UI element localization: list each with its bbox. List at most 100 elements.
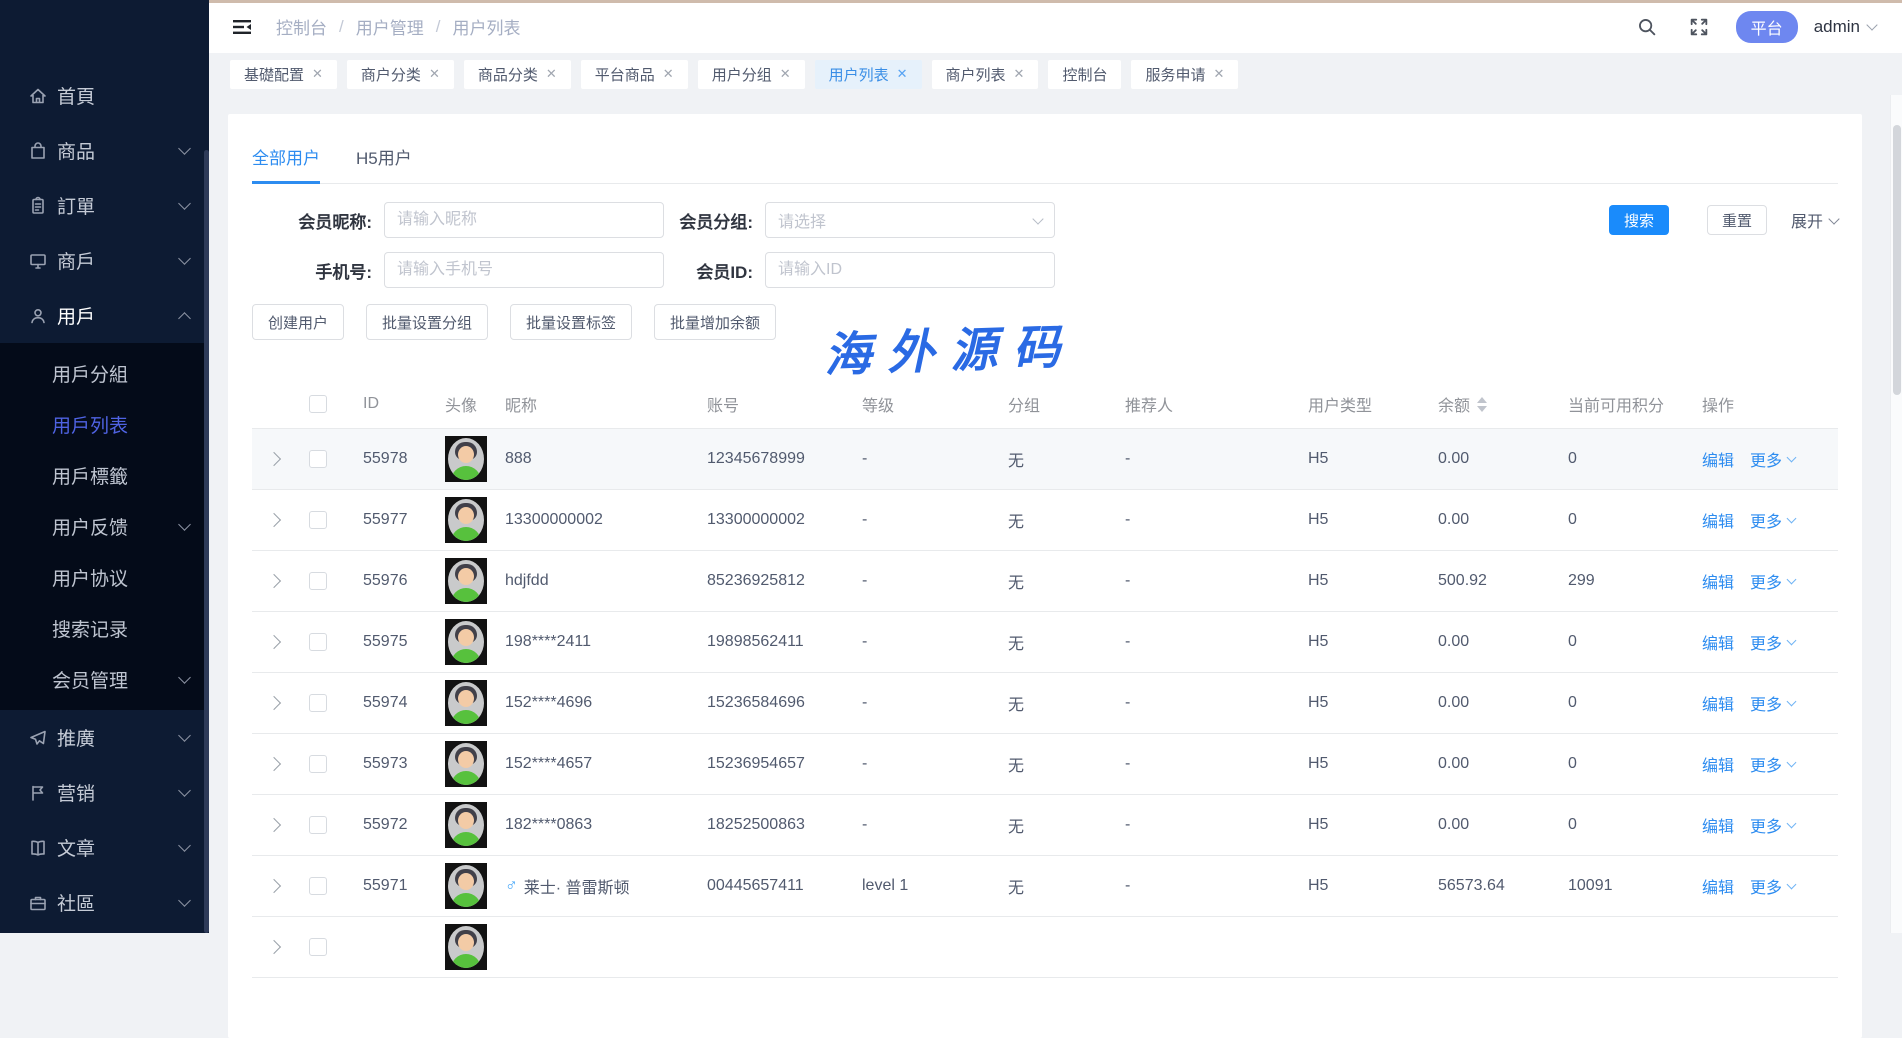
close-icon[interactable]: ✕ xyxy=(897,66,908,82)
breadcrumb-item[interactable]: 用户管理 xyxy=(356,14,424,39)
sidebar-item-articles[interactable]: 文章 xyxy=(0,820,209,875)
create-user-button[interactable]: 创建用户 xyxy=(252,304,344,340)
nickname: hdjfdd xyxy=(505,572,707,590)
open-tab[interactable]: 用户列表 ✕ xyxy=(815,60,922,89)
scrollbar-thumb[interactable] xyxy=(1893,125,1901,395)
user-menu[interactable]: admin xyxy=(1814,17,1876,37)
edit-link[interactable]: 编辑 xyxy=(1702,691,1734,715)
checkbox[interactable] xyxy=(309,816,327,834)
sidebar-subitem[interactable]: 用户反馈 xyxy=(0,501,209,552)
checkbox[interactable] xyxy=(309,877,327,895)
checkbox[interactable] xyxy=(309,938,327,956)
search-button[interactable]: 搜索 xyxy=(1609,205,1669,235)
edit-link[interactable]: 编辑 xyxy=(1702,813,1734,837)
open-tab[interactable]: 用户分组 ✕ xyxy=(698,60,805,89)
edit-link[interactable]: 编辑 xyxy=(1702,447,1734,471)
sidebar-subitem[interactable]: 用戶列表 xyxy=(0,399,209,450)
expand-row-icon[interactable] xyxy=(267,818,281,832)
sidebar-item-promotion[interactable]: 推廣 xyxy=(0,710,209,765)
edit-link[interactable]: 编辑 xyxy=(1702,874,1734,898)
sort-icon[interactable] xyxy=(1477,397,1487,412)
checkbox[interactable] xyxy=(309,755,327,773)
checkbox[interactable] xyxy=(309,694,327,712)
more-link[interactable]: 更多 xyxy=(1750,874,1795,898)
expand-row-icon[interactable] xyxy=(267,513,281,527)
sidebar-item-users[interactable]: 用戶 xyxy=(0,288,209,343)
sidebar-item-home[interactable]: 首頁 xyxy=(0,68,209,123)
expand-row-icon[interactable] xyxy=(267,635,281,649)
sidebar-item-marketing[interactable]: 营销 xyxy=(0,765,209,820)
checkbox[interactable] xyxy=(309,450,327,468)
expand-row-icon[interactable] xyxy=(267,757,281,771)
more-link[interactable]: 更多 xyxy=(1750,813,1795,837)
sidebar-subitem[interactable]: 用戶標籤 xyxy=(0,450,209,501)
reset-button[interactable]: 重置 xyxy=(1707,205,1767,235)
open-tab[interactable]: 服务申请 ✕ xyxy=(1131,60,1238,89)
avatar xyxy=(445,619,487,665)
sidebar-item-merchant[interactable]: 商戶 xyxy=(0,233,209,288)
checkbox[interactable] xyxy=(309,511,327,529)
close-icon[interactable]: ✕ xyxy=(663,66,674,82)
sidebar-item-goods[interactable]: 商品 xyxy=(0,123,209,178)
close-icon[interactable]: ✕ xyxy=(312,66,323,82)
close-icon[interactable]: ✕ xyxy=(1213,66,1224,82)
sidebar-subitem[interactable]: 用戶分組 xyxy=(0,348,209,399)
expand-row-icon[interactable] xyxy=(267,696,281,710)
edit-link[interactable]: 编辑 xyxy=(1702,630,1734,654)
bulk-add-balance-button[interactable]: 批量增加余额 xyxy=(654,304,776,340)
close-icon[interactable]: ✕ xyxy=(1014,66,1025,82)
more-link[interactable]: 更多 xyxy=(1750,508,1795,532)
close-icon[interactable]: ✕ xyxy=(780,66,791,82)
breadcrumb-item[interactable]: 用户列表 xyxy=(452,14,520,39)
sidebar-subitem[interactable]: 会员管理 xyxy=(0,654,209,705)
open-tab[interactable]: 基礎配置 ✕ xyxy=(230,60,337,89)
close-icon[interactable]: ✕ xyxy=(429,66,440,82)
open-tab[interactable]: 商户分类 ✕ xyxy=(347,60,454,89)
more-link[interactable]: 更多 xyxy=(1750,630,1795,654)
sidebar-subitem[interactable]: 用户协议 xyxy=(0,552,209,603)
sidebar-item-orders[interactable]: 訂單 xyxy=(0,178,209,233)
member-id-input[interactable] xyxy=(765,252,1055,288)
open-tab[interactable]: 平台商品 ✕ xyxy=(581,60,688,89)
more-link[interactable]: 更多 xyxy=(1750,447,1795,471)
fullscreen-icon[interactable] xyxy=(1688,16,1710,38)
group-select[interactable]: 请选择 xyxy=(765,202,1055,238)
sidebar-item-community[interactable]: 社區 xyxy=(0,875,209,930)
sidebar-subitem[interactable]: 搜索记录 xyxy=(0,603,209,654)
user-type: H5 xyxy=(1308,694,1438,712)
open-tab[interactable]: 控制台 xyxy=(1048,60,1121,89)
column-header-label: 等级 xyxy=(862,392,894,416)
nickname-input[interactable] xyxy=(384,202,664,238)
checkbox[interactable] xyxy=(309,633,327,651)
bulk-set-group-button[interactable]: 批量设置分组 xyxy=(366,304,488,340)
expand-row-icon[interactable] xyxy=(267,879,281,893)
tab-all-users[interactable]: 全部用户 xyxy=(252,144,320,183)
open-tab[interactable]: 商户列表 ✕ xyxy=(932,60,1039,89)
more-link[interactable]: 更多 xyxy=(1750,752,1795,776)
referrer: - xyxy=(1125,511,1308,529)
edit-link[interactable]: 编辑 xyxy=(1702,752,1734,776)
expand-row-icon[interactable] xyxy=(267,574,281,588)
avatar xyxy=(445,863,487,909)
expand-toggle[interactable]: 展开 xyxy=(1791,208,1838,232)
account: 85236925812 xyxy=(707,572,862,590)
menu-fold-icon[interactable] xyxy=(230,15,254,39)
bulk-set-tag-button[interactable]: 批量设置标签 xyxy=(510,304,632,340)
close-icon[interactable]: ✕ xyxy=(546,66,557,82)
checkbox[interactable] xyxy=(309,395,327,413)
tab-h5-users[interactable]: H5用户 xyxy=(356,144,412,183)
more-link[interactable]: 更多 xyxy=(1750,691,1795,715)
phone-input[interactable] xyxy=(384,252,664,288)
edit-link[interactable]: 编辑 xyxy=(1702,569,1734,593)
page-scrollbar[interactable] xyxy=(1890,95,1902,933)
search-icon[interactable] xyxy=(1636,16,1658,38)
edit-link[interactable]: 编辑 xyxy=(1702,508,1734,532)
expand-row-icon[interactable] xyxy=(267,452,281,466)
nickname: 152****4657 xyxy=(505,755,707,773)
sidebar-scrollbar[interactable] xyxy=(204,150,209,933)
expand-row-icon[interactable] xyxy=(267,940,281,954)
checkbox[interactable] xyxy=(309,572,327,590)
breadcrumb-item[interactable]: 控制台 xyxy=(276,14,327,39)
more-link[interactable]: 更多 xyxy=(1750,569,1795,593)
open-tab[interactable]: 商品分类 ✕ xyxy=(464,60,571,89)
